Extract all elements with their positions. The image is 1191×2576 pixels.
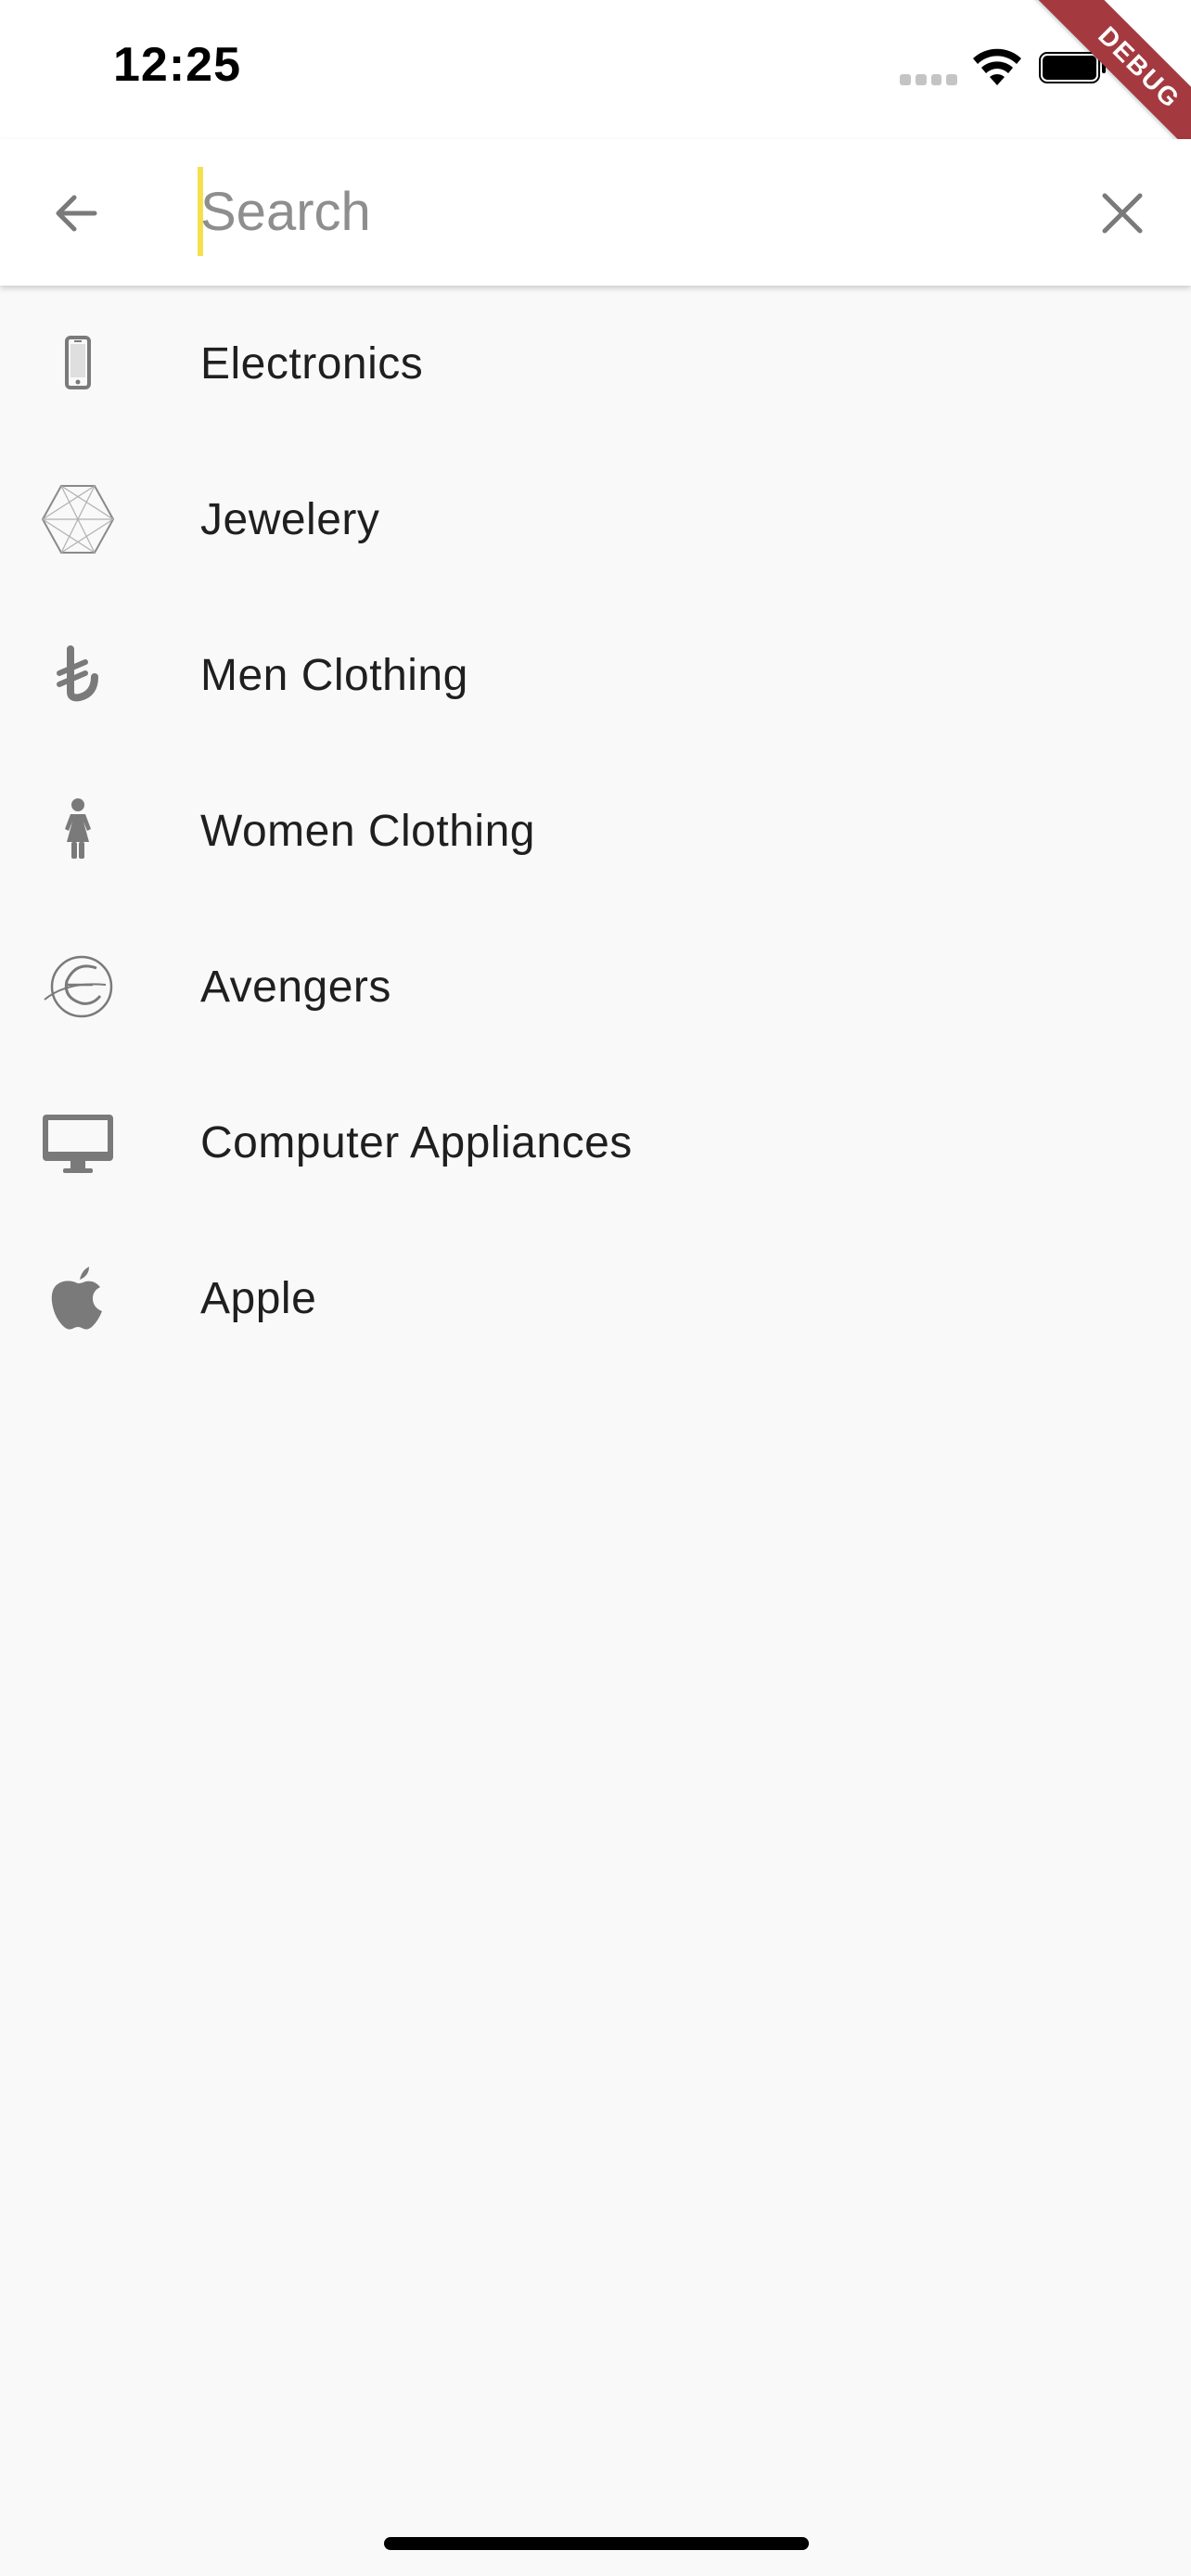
smartphone-icon [39,325,117,402]
category-list: Electronics Jewelery Men Clothing Women … [0,286,1191,1376]
list-item-women-clothing[interactable]: Women Clothing [0,753,1191,909]
category-label: Computer Appliances [200,1117,633,1167]
search-input[interactable] [200,167,1035,256]
desktop-monitor-icon [39,1103,117,1181]
status-bar: 12:25 [0,0,1191,139]
list-item-apple[interactable]: Apple [0,1220,1191,1376]
lira-icon [39,636,117,714]
clear-search-button[interactable] [1087,178,1158,249]
home-indicator[interactable] [384,2537,809,2550]
arrow-left-icon [56,195,97,232]
category-label: Apple [200,1273,317,1323]
category-label: Jewelery [200,494,380,544]
list-item-avengers[interactable]: Avengers [0,909,1191,1065]
apple-icon [39,1259,117,1337]
search-app-bar [0,139,1191,286]
status-time: 12:25 [113,38,241,92]
back-button[interactable] [41,178,111,249]
globe-swoosh-icon [39,948,117,1026]
wifi-icon [973,48,1021,85]
cellular-signal-icon [900,74,957,85]
category-label: Electronics [200,338,424,389]
hexagon-gem-icon [39,480,117,558]
close-icon [1102,193,1143,234]
list-item-electronics[interactable]: Electronics [0,286,1191,441]
woman-icon [39,792,117,870]
list-item-men-clothing[interactable]: Men Clothing [0,597,1191,753]
category-label: Avengers [200,962,391,1012]
list-item-computer-appliances[interactable]: Computer Appliances [0,1065,1191,1220]
list-item-jewelery[interactable]: Jewelery [0,441,1191,597]
category-label: Women Clothing [200,806,535,856]
category-label: Men Clothing [200,650,468,700]
